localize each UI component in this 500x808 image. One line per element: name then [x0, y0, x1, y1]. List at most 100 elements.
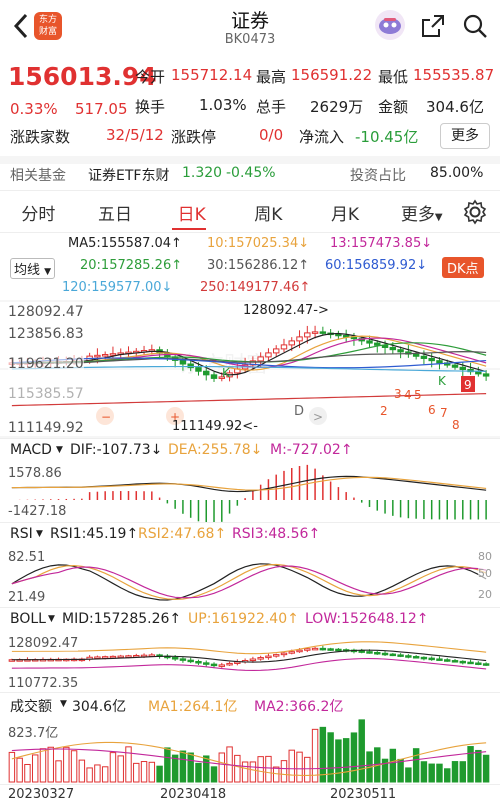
signal-num-marker: 3 [394, 387, 402, 401]
turnover-value: 1.03% [199, 96, 247, 114]
macd-m: M:-727.02↑ [270, 442, 353, 458]
volume-bar [94, 764, 101, 783]
tab-intraday[interactable]: 分时 [0, 200, 77, 225]
vol-name[interactable]: 成交额 [10, 696, 52, 716]
candle-body [179, 658, 187, 661]
ma120-legend: 120:159577.00↓ [62, 280, 173, 295]
volume-bar [203, 755, 210, 783]
macd-name[interactable]: MACD [10, 442, 52, 458]
volume-bar [436, 763, 443, 783]
candle-body [195, 367, 202, 372]
volume-bar [265, 755, 272, 783]
fund-name[interactable]: 证券ETF东财 [88, 165, 169, 185]
high-label: 最高 [256, 68, 287, 86]
date-label: 20230418 [160, 787, 227, 802]
candle-body [374, 651, 381, 655]
volume-bar [148, 761, 156, 783]
search-icon[interactable] [461, 12, 489, 40]
candle-body [311, 331, 319, 334]
rsi-chart[interactable] [0, 545, 500, 607]
caret-down-icon: ▼ [48, 614, 55, 624]
tab-more[interactable]: 更多▼ [383, 200, 460, 225]
candle-body [101, 354, 109, 357]
volume-bar [249, 761, 257, 783]
volume-bar [133, 762, 140, 783]
high-value: 156591.22 [291, 66, 373, 84]
share-icon[interactable] [420, 13, 446, 39]
volume-bar [117, 755, 124, 783]
volume-bar [195, 762, 202, 783]
volume-chart[interactable] [0, 716, 500, 784]
rsi-top-label: 82.51 [8, 550, 46, 565]
ma10-legend: 10:157025.34↓ [207, 236, 310, 251]
candle-body [94, 656, 101, 659]
dk-button[interactable]: DK点 [442, 257, 484, 278]
candle-body [265, 655, 272, 659]
candle-body [397, 654, 404, 657]
tab-weekly-k[interactable]: 周K [230, 200, 307, 225]
rsi-50-label: 50 [478, 567, 492, 580]
kline-y-label: 123856.83 [8, 326, 84, 342]
candle-body [420, 656, 428, 660]
volume-bar [304, 756, 311, 783]
rsi-80-label: 80 [478, 550, 492, 563]
caret-down-icon: ▼ [56, 445, 63, 455]
volume-bar [335, 739, 342, 783]
macd-bottom-label: -1427.18 [8, 504, 67, 519]
change-amount: 517.05 [75, 100, 128, 118]
boll-low: LOW:152648.12↑ [305, 611, 429, 627]
ma30-legend: 30:156286.12↑ [207, 258, 310, 273]
ma20-legend: 20:157285.26↑ [80, 258, 183, 273]
open-value: 155712.14 [171, 66, 253, 84]
candle-body [444, 659, 451, 662]
boll-name[interactable]: BOLL [10, 611, 46, 627]
macd-dif: DIF:-107.73↓ [70, 442, 163, 458]
candle-body [389, 346, 397, 351]
candle-body [280, 344, 288, 350]
rsi-name[interactable]: RSI [10, 526, 33, 542]
candle-body [451, 364, 459, 368]
volume-bar [47, 746, 54, 783]
ma13-legend: 13:157473.85↓ [330, 236, 433, 251]
candle-body [327, 648, 334, 651]
candle-body [335, 648, 342, 652]
rsi-bottom-label: 21.49 [8, 590, 46, 605]
inflow-label: 净流入 [299, 128, 345, 146]
candle-body [109, 353, 117, 356]
macd-chart[interactable] [0, 460, 500, 522]
rsi1-line [11, 563, 487, 601]
candle-body [482, 373, 490, 377]
signal-circle-minus-marker: − [101, 410, 111, 424]
amount-label: 金额 [378, 98, 409, 116]
date-label: 20230327 [8, 787, 75, 802]
limit-value: 0/0 [259, 126, 284, 144]
avatar-icon[interactable] [375, 10, 405, 40]
kline-max-marker: 128092.47-> [243, 303, 329, 318]
rsi3-value: RSI3:48.56↑ [232, 526, 321, 542]
candle-body [203, 370, 210, 376]
volume-bar [8, 751, 16, 783]
tab-monthly-k[interactable]: 月K [307, 200, 384, 225]
volume-label: 总手 [256, 98, 287, 116]
candle-body [428, 357, 435, 362]
fund-change: -0.45% [226, 165, 276, 181]
candle-body [265, 352, 272, 358]
tab-daily-k[interactable]: 日K [153, 200, 230, 225]
caret-down-icon: ▼ [44, 267, 52, 277]
more-button[interactable]: 更多 [440, 123, 490, 149]
candle-body [436, 658, 443, 661]
volume-bar [86, 767, 93, 783]
candle-body [420, 355, 428, 359]
ma-selector[interactable]: 均线 ▼ [10, 258, 56, 279]
ma60-legend: 60:156859.92↓ [325, 258, 428, 273]
macd-dea: DEA:255.78↓ [168, 442, 263, 458]
volume-bar [210, 766, 218, 783]
candle-body [257, 356, 264, 362]
candle-body [412, 353, 420, 357]
gear-icon[interactable] [462, 199, 488, 225]
volume-bar [241, 761, 249, 783]
tab-five-day[interactable]: 五日 [77, 200, 154, 225]
ratio-value: 85.00% [430, 165, 484, 181]
kline-y-label: 128092.47 [8, 304, 84, 320]
tab-more-label: 更多 [400, 204, 435, 225]
